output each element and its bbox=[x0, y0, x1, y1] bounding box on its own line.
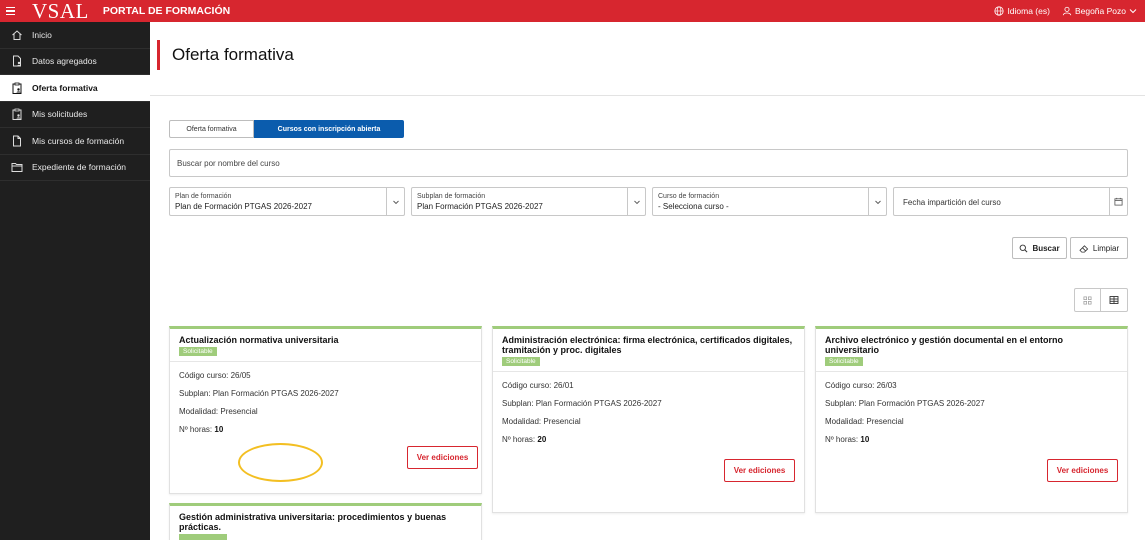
hours-label: Nº horas: bbox=[179, 425, 215, 434]
course-title: Archivo electrónico y gestión documental… bbox=[825, 335, 1064, 355]
sidebar: Inicio Datos agregados Oferta formativa … bbox=[0, 22, 150, 540]
table-icon bbox=[1109, 296, 1119, 304]
file-user-icon bbox=[13, 55, 21, 67]
clipboard-user-icon bbox=[12, 82, 22, 94]
course-modality: Modalidad: Presencial bbox=[825, 417, 904, 426]
user-menu[interactable]: Begoña Pozo bbox=[1062, 6, 1137, 16]
status-badge: Solicitable bbox=[502, 357, 540, 366]
clipboard-user-icon bbox=[12, 108, 22, 121]
clear-button[interactable]: Limpiar bbox=[1070, 237, 1128, 259]
course-card: Archivo electrónico y gestión documental… bbox=[815, 326, 1128, 513]
sidebar-item-label: Oferta formativa bbox=[32, 82, 98, 93]
search-button-label: Buscar bbox=[1032, 243, 1060, 253]
calendar-icon[interactable] bbox=[1109, 188, 1127, 215]
hours-value: 10 bbox=[214, 425, 224, 434]
status-badge: Solicitable bbox=[825, 357, 863, 366]
sidebar-item-expediente[interactable]: Expediente de formación bbox=[0, 155, 150, 181]
course-hours: Nº horas: 20 bbox=[502, 435, 795, 444]
course-subplan: Subplan: Plan Formación PTGAS 2026-2027 bbox=[179, 389, 339, 398]
search-button[interactable]: Buscar bbox=[1012, 237, 1067, 259]
course-code: Código curso: 26/05 bbox=[179, 371, 251, 380]
chevron-down-icon bbox=[627, 188, 645, 215]
sidebar-item-inicio[interactable]: Inicio bbox=[0, 22, 150, 49]
sidebar-item-label: Mis cursos de formación bbox=[32, 135, 125, 146]
course-card: Actualización normativa universitaria So… bbox=[169, 326, 482, 494]
sidebar-item-mis-solicitudes[interactable]: Mis solicitudes bbox=[0, 102, 150, 128]
hours-label: Nº horas: bbox=[825, 435, 861, 444]
course-title: Administración electrónica: firma electr… bbox=[502, 335, 793, 355]
page-title: Oferta formativa bbox=[172, 45, 294, 64]
course-code: Código curso: 26/01 bbox=[502, 381, 574, 390]
chevron-down-icon bbox=[868, 188, 886, 215]
logo: VSAL bbox=[32, 0, 89, 23]
menu-icon[interactable] bbox=[6, 7, 26, 15]
course-card: Gestión administrativa universitaria: pr… bbox=[169, 503, 482, 540]
hours-label: Nº horas: bbox=[502, 435, 538, 444]
hours-value: 20 bbox=[537, 435, 547, 444]
course-subplan: Subplan: Plan Formación PTGAS 2026-2027 bbox=[825, 399, 985, 408]
portal-title: PORTAL DE FORMACIÓN bbox=[102, 5, 231, 17]
home-icon bbox=[12, 30, 22, 40]
search-input[interactable]: Buscar por nombre del curso bbox=[169, 149, 1128, 177]
course-hours: Nº horas: 10 bbox=[179, 425, 472, 434]
sidebar-item-datos-agregados[interactable]: Datos agregados bbox=[0, 49, 150, 75]
page-title-wrap: Oferta formativa bbox=[157, 40, 294, 70]
fecha-input[interactable]: Fecha impartición del curso bbox=[893, 187, 1128, 216]
status-badge bbox=[179, 534, 227, 540]
hours-value: 10 bbox=[860, 435, 870, 444]
course-code: Código curso: 26/03 bbox=[825, 381, 897, 390]
folder-icon bbox=[11, 163, 23, 173]
file-icon bbox=[13, 135, 21, 147]
clear-button-label: Limpiar bbox=[1092, 243, 1120, 253]
plan-select[interactable]: Plan de formación Plan de Formación PTGA… bbox=[169, 187, 405, 216]
sidebar-item-label: Expediente de formación bbox=[32, 162, 127, 173]
status-badge: Solicitable bbox=[179, 347, 217, 356]
tabs: Oferta formativa Cursos con inscripción … bbox=[169, 120, 404, 138]
chevron-down-icon bbox=[386, 188, 404, 215]
top-bar: VSAL PORTAL DE FORMACIÓN Idioma (es) Beg… bbox=[0, 0, 1145, 22]
language-selector[interactable]: Idioma (es) bbox=[994, 6, 1050, 16]
user-icon bbox=[1062, 6, 1072, 16]
table-view-button[interactable] bbox=[1101, 288, 1128, 312]
course-modality: Modalidad: Presencial bbox=[502, 417, 581, 426]
subplan-label: Subplan de formación bbox=[417, 193, 486, 200]
course-hours: Nº horas: 10 bbox=[825, 435, 1118, 444]
course-title: Gestión administrativa universitaria: pr… bbox=[179, 512, 447, 532]
language-label: Idioma (es) bbox=[1007, 6, 1050, 16]
tab-cursos-inscripcion-abierta[interactable]: Cursos con inscripción abierta bbox=[254, 120, 404, 138]
course-subplan: Subplan: Plan Formación PTGAS 2026-2027 bbox=[502, 399, 662, 408]
sidebar-item-mis-cursos[interactable]: Mis cursos de formación bbox=[0, 128, 150, 155]
globe-icon bbox=[994, 6, 1005, 16]
eraser-icon bbox=[1079, 244, 1089, 253]
ver-ediciones-button[interactable]: Ver ediciones bbox=[407, 446, 478, 469]
chevron-down-icon bbox=[1129, 9, 1137, 14]
view-toggle bbox=[1074, 288, 1128, 312]
curso-label: Curso de formación bbox=[658, 193, 720, 200]
tab-oferta-formativa[interactable]: Oferta formativa bbox=[169, 120, 254, 138]
subplan-select[interactable]: Subplan de formación Plan Formación PTGA… bbox=[411, 187, 646, 216]
highlight-ring bbox=[238, 443, 323, 482]
curso-select[interactable]: Curso de formación - Selecciona curso - bbox=[652, 187, 887, 216]
sidebar-item-label: Inicio bbox=[32, 29, 52, 40]
grid-view-button[interactable] bbox=[1074, 288, 1101, 312]
course-title: Actualización normativa universitaria bbox=[179, 335, 339, 345]
ver-ediciones-button[interactable]: Ver ediciones bbox=[724, 459, 795, 482]
curso-value: - Selecciona curso - bbox=[658, 202, 729, 211]
plan-value: Plan de Formación PTGAS 2026-2027 bbox=[175, 202, 312, 211]
fecha-placeholder: Fecha impartición del curso bbox=[903, 198, 1001, 207]
divider bbox=[150, 95, 1145, 96]
sidebar-item-label: Mis solicitudes bbox=[32, 109, 88, 120]
plan-label: Plan de formación bbox=[175, 193, 232, 200]
search-icon bbox=[1020, 244, 1028, 252]
subplan-value: Plan Formación PTGAS 2026-2027 bbox=[417, 202, 543, 211]
user-name: Begoña Pozo bbox=[1074, 6, 1126, 16]
course-modality: Modalidad: Presencial bbox=[179, 407, 258, 416]
grid-icon bbox=[1083, 296, 1092, 304]
sidebar-item-oferta-formativa[interactable]: Oferta formativa bbox=[0, 75, 150, 102]
sidebar-item-label: Datos agregados bbox=[32, 56, 97, 67]
course-card: Administración electrónica: firma electr… bbox=[492, 326, 805, 513]
ver-ediciones-button[interactable]: Ver ediciones bbox=[1047, 459, 1118, 482]
